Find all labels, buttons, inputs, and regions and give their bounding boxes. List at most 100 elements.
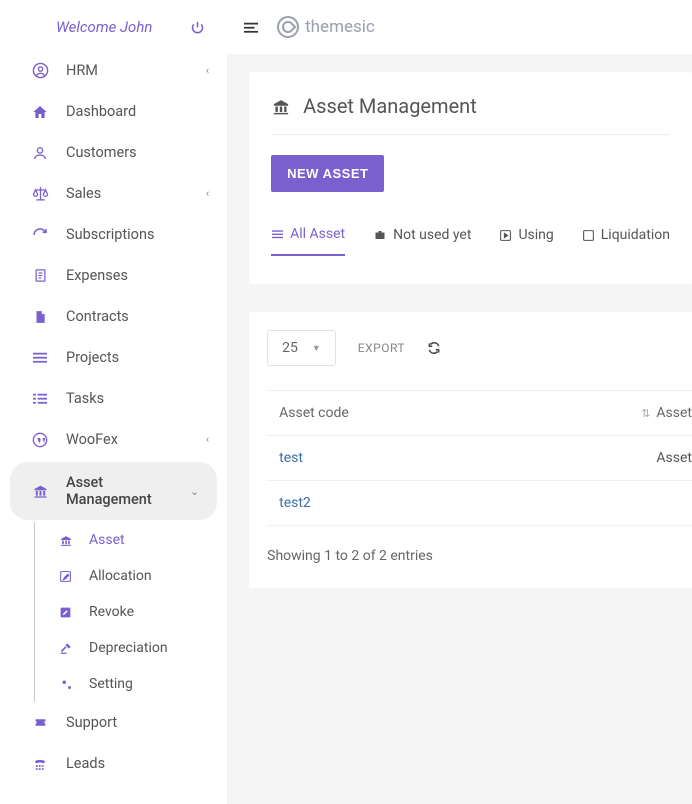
nav-customers[interactable]: Customers: [0, 132, 227, 173]
subnav-label: Setting: [89, 676, 133, 692]
main-area: themesic Asset Management NEW ASSET All …: [227, 0, 692, 804]
gavel-icon: [59, 641, 79, 656]
nav-label: WooFex: [66, 431, 206, 448]
table: Asset code ⇅ Asset test Asset test2: [267, 390, 692, 526]
nav-dashboard[interactable]: Dashboard: [0, 91, 227, 132]
cell-code[interactable]: test2: [267, 481, 607, 525]
sort-icon: ⇅: [641, 407, 650, 420]
nav-label: Projects: [66, 349, 209, 366]
briefcase-icon: [373, 228, 387, 243]
subnav-revoke[interactable]: Revoke: [35, 594, 227, 630]
nav-label: Leads: [66, 755, 209, 772]
page-panel: Asset Management NEW ASSET All Asset Not…: [249, 72, 692, 284]
bank-icon: [59, 533, 79, 548]
user-circle-icon: [28, 62, 52, 79]
col-asset-name[interactable]: ⇅ Asset: [607, 391, 692, 435]
nav-leads[interactable]: Leads: [0, 743, 227, 784]
refresh-icon[interactable]: [427, 340, 441, 356]
length-value: 25: [282, 340, 298, 356]
page-title: Asset Management: [303, 94, 477, 118]
tab-all-asset[interactable]: All Asset: [271, 226, 345, 256]
nav-label: Customers: [66, 144, 209, 161]
cell-name: Asset: [607, 436, 692, 480]
tab-label: All Asset: [290, 226, 345, 242]
col-label: Asset code: [279, 405, 349, 421]
export-button[interactable]: EXPORT: [358, 341, 405, 355]
subnav-setting[interactable]: Setting: [35, 666, 227, 702]
nav-label: Subscriptions: [66, 226, 209, 243]
subnav-depreciation[interactable]: Depreciation: [35, 630, 227, 666]
logo-text: themesic: [305, 17, 375, 37]
subnav-label: Asset: [89, 532, 125, 548]
file-lines-icon: [28, 268, 52, 284]
nav-support[interactable]: Support: [0, 702, 227, 743]
nav-asset-management[interactable]: Asset Management ⌄: [10, 462, 217, 520]
tab-label: Not used yet: [393, 227, 471, 243]
tab-label: Liquidation: [601, 227, 670, 243]
nav-label: HRM: [66, 62, 206, 79]
table-header-row: Asset code ⇅ Asset: [267, 390, 692, 436]
nav-projects[interactable]: Projects: [0, 337, 227, 378]
user-icon: [28, 144, 52, 160]
welcome-text: Welcome John: [56, 18, 152, 36]
chevron-left-icon: ‹: [206, 64, 209, 77]
tab-not-used[interactable]: Not used yet: [373, 226, 471, 256]
edit-icon: [59, 569, 79, 584]
tty-icon: [28, 756, 52, 772]
nav-sales[interactable]: Sales ‹: [0, 173, 227, 214]
subnav-label: Allocation: [89, 568, 152, 584]
file-icon: [28, 308, 52, 324]
bank-icon: [28, 483, 52, 499]
divider: [271, 134, 670, 135]
bank-icon: [271, 96, 291, 117]
home-icon: [28, 103, 52, 119]
tab-liquidation[interactable]: Liquidation: [582, 226, 670, 256]
subnav-allocation[interactable]: Allocation: [35, 558, 227, 594]
table-row[interactable]: test2: [267, 481, 692, 526]
chevron-down-icon: ⌄: [190, 485, 199, 498]
refresh-icon: [28, 226, 52, 242]
power-icon[interactable]: [190, 19, 205, 35]
table-row[interactable]: test Asset: [267, 436, 692, 481]
nav-tasks[interactable]: Tasks: [0, 378, 227, 419]
col-asset-code[interactable]: Asset code: [267, 391, 607, 435]
tasks-icon: [28, 391, 52, 407]
nav-label: Dashboard: [66, 103, 209, 120]
nav-subscriptions[interactable]: Subscriptions: [0, 214, 227, 255]
chevron-left-icon: ‹: [206, 433, 209, 446]
nav-label: Asset Management: [66, 474, 190, 508]
sidebar: Welcome John HRM ‹ Dashboard Customers S…: [0, 0, 227, 804]
nav-contracts[interactable]: Contracts: [0, 296, 227, 337]
cell-name: [607, 481, 692, 525]
nav-woofex[interactable]: WooFex ‹: [0, 419, 227, 460]
subnav-asset[interactable]: Asset: [35, 522, 227, 558]
nav-label: Contracts: [66, 308, 209, 325]
ticket-icon: [28, 715, 52, 731]
tab-label: Using: [518, 227, 553, 243]
scales-icon: [28, 185, 52, 202]
cell-code[interactable]: test: [267, 436, 607, 480]
tabs: All Asset Not used yet Using Liquidation: [271, 226, 670, 256]
tab-using[interactable]: Using: [499, 226, 553, 256]
table-info: Showing 1 to 2 of 2 entries: [267, 548, 692, 564]
table-toolbar: 25 ▼ EXPORT: [267, 330, 692, 366]
new-asset-button[interactable]: NEW ASSET: [271, 155, 384, 192]
page-length-select[interactable]: 25 ▼: [267, 330, 336, 366]
topbar: themesic: [227, 0, 692, 54]
subnav-label: Depreciation: [89, 640, 168, 656]
chevron-left-icon: ‹: [206, 187, 209, 200]
gears-icon: [59, 677, 79, 692]
subnav-label: Revoke: [89, 604, 134, 620]
nav-expenses[interactable]: Expenses: [0, 255, 227, 296]
nav-label: Tasks: [66, 390, 209, 407]
nav-label: Support: [66, 714, 209, 731]
bars-icon: [28, 350, 52, 366]
list-icon: [271, 227, 284, 242]
play-square-icon: [499, 228, 512, 243]
subnav-asset-management: Asset Allocation Revoke Depreciation Set…: [34, 522, 227, 702]
col-label: Asset: [656, 405, 692, 421]
pencil-square-icon: [59, 605, 79, 620]
square-icon: [582, 228, 595, 243]
nav-hrm[interactable]: HRM ‹: [0, 50, 227, 91]
menu-toggle-icon[interactable]: [243, 17, 259, 38]
